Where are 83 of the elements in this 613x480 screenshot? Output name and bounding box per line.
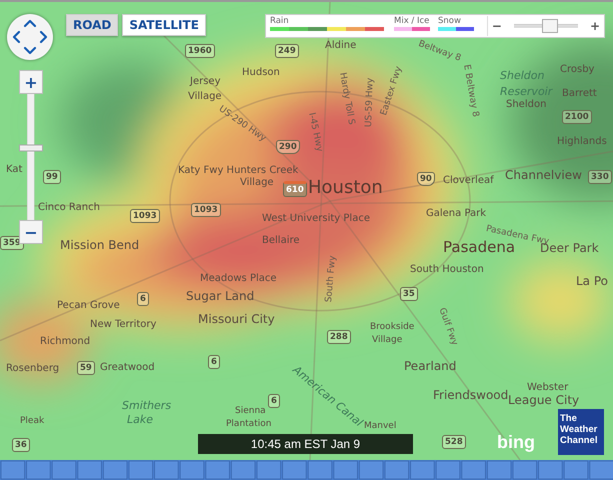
route-shield: 528: [442, 435, 466, 449]
route-shield: 330: [588, 170, 612, 184]
place-label: Pleak: [20, 417, 44, 427]
legend-label: Snow: [438, 16, 462, 27]
route-shield: 2100: [562, 110, 592, 124]
place-label: Kat: [6, 164, 22, 175]
water-label: Smithers: [122, 400, 172, 412]
route-shield: 1093: [130, 209, 160, 223]
water-label: Reservoir: [500, 86, 552, 98]
legend-label: Rain: [270, 16, 290, 27]
route-shield: 288: [327, 330, 351, 344]
zoom-out-button[interactable]: −: [19, 220, 43, 244]
road-label: South Fwy: [325, 255, 339, 303]
zoom-in-button[interactable]: +: [19, 70, 43, 94]
place-label: Jersey: [190, 76, 220, 87]
place-label: Highlands: [557, 136, 607, 147]
route-shield: 290: [276, 140, 300, 154]
opacity-increase-button[interactable]: +: [590, 19, 600, 33]
place-label: Manvel: [364, 422, 396, 432]
place-label: Pearland: [404, 360, 456, 374]
place-label: Channelview: [505, 169, 582, 182]
place-label: Brookside: [370, 323, 414, 333]
place-label: Village: [188, 91, 222, 102]
weather-channel-logo: The Weather Channel: [558, 409, 604, 455]
water-label: Sheldon: [500, 70, 544, 82]
place-label: Houston: [308, 178, 383, 198]
place-label: New Territory: [90, 319, 156, 330]
route-shield: 35: [400, 287, 418, 301]
opacity-slider-thumb[interactable]: [542, 19, 558, 33]
place-label: Galena Park: [426, 208, 486, 219]
place-label: Katy Fwy Hunters Creek: [178, 165, 298, 176]
place-label: Bellaire: [262, 235, 300, 246]
place-label: Friendswood: [433, 389, 508, 402]
route-shield: 1960: [185, 44, 215, 58]
bing-logo: bing: [497, 432, 535, 453]
place-label: Rosenberg: [6, 363, 60, 374]
place-label: Greatwood: [100, 362, 155, 373]
water-label: Lake: [127, 414, 154, 426]
road-label: US-59 Hwy: [365, 78, 377, 128]
place-label: Cinco Ranch: [38, 202, 100, 213]
route-shield: 59: [77, 361, 95, 375]
place-label: Richmond: [40, 336, 90, 347]
place-label: Meadows Place: [200, 273, 277, 284]
road-label: E Beltway 8: [460, 64, 480, 118]
place-label: League City: [508, 394, 580, 408]
road-label: Hardy Toll S: [336, 72, 356, 126]
place-label: Webster: [527, 382, 568, 393]
route-shield: 6: [268, 394, 280, 408]
place-label: Deer Park: [540, 242, 599, 256]
map-type-tab[interactable]: ROAD: [66, 14, 118, 36]
place-label: Village: [240, 177, 274, 188]
zoom-slider-thumb[interactable]: [19, 144, 43, 152]
place-label: Pecan Grove: [57, 300, 120, 311]
map-type-tab[interactable]: SATELLITE: [122, 14, 206, 36]
route-shield: 610: [283, 181, 307, 197]
place-label: Sheldon: [506, 99, 546, 110]
place-label: Village: [372, 336, 402, 346]
place-label: Crosby: [560, 64, 594, 75]
route-shield: 1093: [191, 203, 221, 217]
route-shield: 249: [275, 44, 299, 58]
route-shield: 90: [417, 172, 435, 186]
legend-label: Mix / Ice: [394, 16, 430, 27]
opacity-decrease-button[interactable]: −: [492, 19, 502, 33]
timestamp-label: 10:45 am EST Jan 9: [198, 434, 413, 454]
place-label: Pasadena: [443, 239, 516, 256]
place-label: Missouri City: [198, 313, 275, 326]
place-label: Sugar Land: [186, 290, 254, 304]
route-shield: 36: [12, 438, 30, 452]
place-label: La Po: [576, 275, 608, 288]
place-label: Hudson: [242, 67, 280, 78]
place-label: Plantation: [226, 420, 272, 430]
place-label: Barrett: [562, 88, 597, 99]
place-label: West University Place: [262, 213, 370, 224]
place-label: Aldine: [325, 40, 356, 51]
route-shield: 99: [43, 170, 61, 184]
road-label: I-45 Hwy: [305, 112, 324, 153]
place-label: Cloverleaf: [443, 175, 494, 186]
route-shield: 6: [208, 355, 220, 369]
place-label: Sienna: [235, 407, 266, 417]
road-label: Gulf Fwy: [436, 307, 458, 348]
place-label: Mission Bend: [60, 239, 140, 252]
place-label: South Houston: [410, 264, 484, 275]
route-shield: 6: [137, 292, 149, 306]
